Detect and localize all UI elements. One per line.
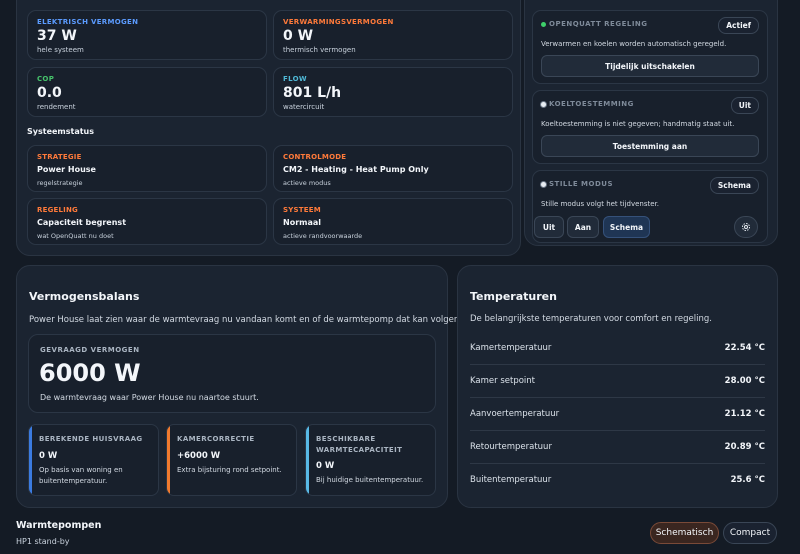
gevraagd-vermogen-card: GEVRAAGD VERMOGEN 6000 W De warmtevraag …: [28, 334, 436, 413]
gear-icon[interactable]: [734, 216, 758, 238]
huisvraag-sub: Op basis van woning en buitentemperatuur…: [39, 466, 123, 485]
temp-row-kamer: Kamertemperatuur 22.54 °C: [470, 332, 765, 365]
metric-label: COP: [37, 75, 55, 83]
temp-label: Buitentemperatuur: [470, 475, 552, 485]
temp-label: Aanvoertemperatuur: [470, 409, 560, 419]
gear-icon-glyph: [742, 223, 750, 231]
tijdelijk-uitschakelen-button[interactable]: Tijdelijk uitschakelen: [541, 55, 759, 77]
stil-control: STILLE MODUS Schema Stille modus volgt h…: [532, 170, 768, 243]
warmtecapaciteit-card: BESCHIKBARE WARMTECAPACITEIT 0 W Bij hui…: [305, 424, 436, 496]
vermogensbalans-desc: Power House laat zien waar de warmtevraa…: [29, 315, 462, 325]
metric-value: 801 L/h: [283, 85, 342, 101]
systeemstatus-title: Systeemstatus: [27, 127, 95, 136]
vermogensbalans-title: Vermogensbalans: [29, 290, 140, 303]
temperaturen-panel: Temperaturen De belangrijkste temperatur…: [457, 265, 778, 508]
gevraagd-sub: De warmtevraag waar Power House nu naart…: [40, 393, 259, 402]
kamercorrectie-sub: Extra bijsturing rond setpoint.: [177, 466, 282, 474]
metric-value: 37 W: [37, 28, 77, 44]
stil-option-schema[interactable]: Schema: [603, 216, 650, 238]
warmtecapaciteit-title: BESCHIKBARE WARMTECAPACITEIT: [316, 435, 403, 454]
temp-value: 21.12 °C: [724, 409, 765, 419]
koel-title: KOELTOESTEMMING: [549, 100, 634, 108]
view-schematisch-button[interactable]: Schematisch: [650, 522, 719, 544]
regeling-badge: Actief: [718, 17, 759, 34]
temp-row-buiten: Buitentemperatuur 25.6 °C: [470, 464, 765, 497]
temp-value: 25.6 °C: [730, 475, 765, 485]
metric-sub: watercircuit: [283, 103, 325, 111]
status-sub: wat OpenQuatt nu doet: [37, 232, 114, 240]
temp-row-aanvoer: Aanvoertemperatuur 21.12 °C: [470, 398, 765, 431]
huisvraag-value: 0 W: [39, 451, 58, 461]
status-card-controlmode: CONTROLMODE CM2 - Heating - Heat Pump On…: [273, 145, 513, 192]
temperaturen-desc: De belangrijkste temperaturen voor comfo…: [470, 314, 712, 324]
status-label: CONTROLMODE: [283, 153, 347, 161]
status-label: SYSTEEM: [283, 206, 321, 214]
view-compact-button[interactable]: Compact: [723, 522, 777, 544]
stil-title: STILLE MODUS: [549, 180, 614, 188]
warmtecapaciteit-sub: Bij huidige buitentemperatuur.: [316, 476, 424, 484]
status-dot: [541, 102, 546, 107]
status-label: STRATEGIE: [37, 153, 82, 161]
status-sub: actieve randvoorwaarde: [283, 232, 363, 240]
metric-sub: hele systeem: [37, 46, 84, 54]
accent-bar: [29, 425, 32, 495]
temp-value: 20.89 °C: [724, 442, 765, 452]
metric-card-elektrisch: ELEKTRISCH VERMOGEN 37 W hele systeem: [27, 10, 267, 60]
temp-label: Kamertemperatuur: [470, 343, 552, 353]
stil-badge: Schema: [709, 177, 759, 194]
status-dot: [541, 22, 546, 27]
stil-option-aan[interactable]: Aan: [567, 216, 599, 238]
temp-row-setpoint: Kamer setpoint 28.00 °C: [470, 365, 765, 398]
metric-card-verwarming: VERWARMINGSVERMOGEN 0 W thermisch vermog…: [273, 10, 513, 60]
temp-value: 28.00 °C: [724, 376, 765, 386]
status-card-systeem: SYSTEEM Normaal actieve randvoorwaarde: [273, 198, 513, 245]
toestemming-aan-button[interactable]: Toestemming aan: [541, 135, 759, 157]
metric-card-flow: FLOW 801 L/h watercircuit: [273, 67, 513, 117]
kamercorrectie-card: KAMERCORRECTIE +6000 W Extra bijsturing …: [166, 424, 297, 496]
metric-sub: rendement: [37, 103, 76, 111]
warmtepompen-title: Warmtepompen: [16, 520, 102, 531]
koel-control: KOELTOESTEMMING Uit Koeltoestemming is n…: [532, 90, 768, 164]
status-value: Normaal: [283, 218, 322, 227]
status-dot: [541, 182, 546, 187]
status-sub: actieve modus: [283, 179, 331, 187]
temp-row-retour: Retourtemperatuur 20.89 °C: [470, 431, 765, 464]
accent-bar: [306, 425, 309, 495]
kamercorrectie-value: +6000 W: [177, 451, 221, 461]
kamercorrectie-title: KAMERCORRECTIE: [177, 435, 255, 443]
warmtepompen-sub: HP1 stand-by: [16, 537, 70, 546]
huisvraag-title: BEREKENDE HUISVRAAG: [39, 435, 143, 443]
huisvraag-card: BEREKENDE HUISVRAAG 0 W Op basis van won…: [28, 424, 159, 496]
warmtecapaciteit-value: 0 W: [316, 461, 335, 471]
status-sub: regelstrategie: [37, 179, 83, 187]
temperaturen-title: Temperaturen: [470, 290, 557, 303]
stil-option-uit[interactable]: Uit: [534, 216, 564, 238]
status-label: REGELING: [37, 206, 78, 214]
accent-bar: [167, 425, 170, 495]
status-card-strategie: STRATEGIE Power House regelstrategie: [27, 145, 267, 192]
metric-value: 0 W: [283, 28, 314, 44]
metric-value: 0.0: [37, 85, 62, 101]
koel-badge: Uit: [730, 97, 759, 114]
koel-desc: Koeltoestemming is niet gegeven; handmat…: [541, 120, 735, 128]
gevraagd-value: 6000 W: [39, 359, 141, 387]
status-value: CM2 - Heating - Heat Pump Only: [283, 165, 429, 174]
regeling-title: OPENQUATT REGELING: [549, 20, 648, 28]
metric-label: ELEKTRISCH VERMOGEN: [37, 18, 139, 26]
gevraagd-label: GEVRAAGD VERMOGEN: [40, 346, 140, 354]
status-value: Capaciteit begrenst: [37, 218, 127, 227]
temp-value: 22.54 °C: [724, 343, 765, 353]
regeling-desc: Verwarmen en koelen worden automatisch g…: [541, 40, 727, 48]
status-card-regeling: REGELING Capaciteit begrenst wat OpenQua…: [27, 198, 267, 245]
regeling-control: OPENQUATT REGELING Actief Verwarmen en k…: [532, 10, 768, 84]
temp-label: Kamer setpoint: [470, 376, 536, 386]
temp-label: Retourtemperatuur: [470, 442, 552, 452]
metric-label: FLOW: [283, 75, 307, 83]
metric-sub: thermisch vermogen: [283, 46, 356, 54]
metric-label: VERWARMINGSVERMOGEN: [283, 18, 394, 26]
metric-card-cop: COP 0.0 rendement: [27, 67, 267, 117]
stil-desc: Stille modus volgt het tijdvenster.: [541, 200, 660, 208]
status-value: Power House: [37, 165, 96, 174]
